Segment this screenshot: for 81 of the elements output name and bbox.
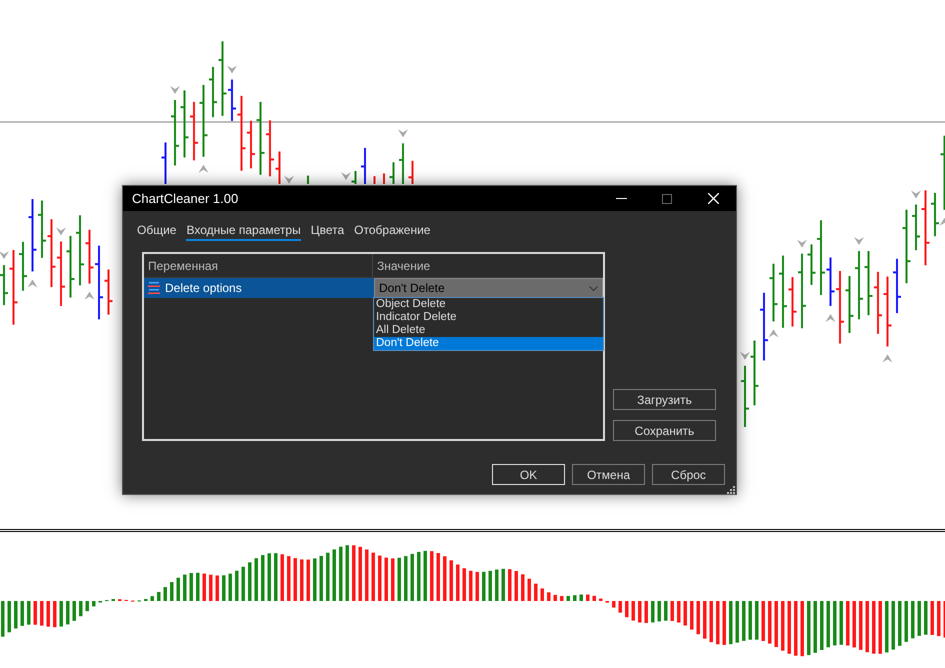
price-bar xyxy=(48,219,56,288)
price-bar xyxy=(884,276,892,346)
arrow-marker xyxy=(0,251,9,260)
parameter-cell[interactable]: Delete options xyxy=(144,278,374,298)
price-bar xyxy=(104,269,112,315)
arrow-marker xyxy=(56,228,66,236)
price-bar xyxy=(770,264,778,322)
close-icon xyxy=(708,193,718,204)
price-bar xyxy=(361,148,366,184)
price-bar xyxy=(390,162,394,184)
dropdown-option[interactable]: Object Delete xyxy=(374,298,603,311)
price-bar xyxy=(209,66,217,118)
price-bar xyxy=(408,160,414,184)
arrow-marker xyxy=(854,237,864,246)
price-bar xyxy=(276,152,280,184)
chevron-down-icon xyxy=(589,286,598,290)
dialog-button[interactable]: Отмена xyxy=(572,464,645,485)
price-bar xyxy=(808,244,816,285)
price-bar xyxy=(741,366,749,427)
price-bar xyxy=(266,120,274,176)
arrow-marker xyxy=(797,240,807,248)
dialog-button[interactable]: Сброс xyxy=(652,464,725,485)
arrow-marker xyxy=(227,66,237,74)
window-title: ChartCleaner 1.00 xyxy=(131,191,240,206)
arrow-marker xyxy=(28,279,38,288)
tab[interactable]: Входные параметры xyxy=(186,223,301,241)
price-bar xyxy=(66,236,74,298)
arrow-marker xyxy=(341,172,351,180)
tab[interactable]: Цвета xyxy=(310,223,344,241)
price-bar xyxy=(180,90,188,158)
action-button[interactable]: Загрузить xyxy=(613,389,716,410)
minimize-icon xyxy=(616,198,626,199)
arrow-marker xyxy=(740,352,750,360)
price-bar xyxy=(228,80,236,121)
price-bar xyxy=(86,230,94,284)
price-bar xyxy=(0,265,8,306)
column-header: Значение xyxy=(376,258,432,275)
arrow-marker xyxy=(84,292,94,300)
price-bar xyxy=(912,204,920,250)
price-bar xyxy=(399,143,404,184)
resize-grip-icon[interactable] xyxy=(727,486,735,494)
dropdown-option[interactable]: Indicator Delete xyxy=(374,311,603,324)
price-bar xyxy=(855,251,863,320)
action-button[interactable]: Сохранить xyxy=(613,420,716,441)
arrow-marker xyxy=(768,329,778,338)
price-bar xyxy=(352,170,356,184)
arrow-marker xyxy=(170,86,180,94)
price-bar xyxy=(864,251,872,316)
price-bar xyxy=(190,102,198,160)
column-header: Переменная xyxy=(144,254,373,277)
enum-icon xyxy=(148,282,160,294)
price-bar xyxy=(247,120,255,168)
arrow-marker xyxy=(882,354,892,362)
price-bar xyxy=(846,276,854,333)
dialog-button[interactable]: OK xyxy=(492,464,565,485)
price-bar xyxy=(19,242,27,291)
price-bar xyxy=(826,257,834,306)
arrow-marker xyxy=(198,164,208,173)
dropdown-option[interactable]: All Delete xyxy=(374,324,603,337)
price-bar xyxy=(760,292,768,360)
price-bar xyxy=(893,258,901,314)
price-bar xyxy=(788,277,796,326)
maximize-icon xyxy=(662,194,672,204)
tab[interactable]: Отображение xyxy=(354,223,430,241)
arrow-marker xyxy=(826,314,836,322)
price-bar xyxy=(171,100,179,166)
parameter-name: Delete options xyxy=(165,281,242,295)
arrow-marker xyxy=(911,190,921,199)
price-bar xyxy=(931,192,939,236)
arrow-marker xyxy=(940,218,945,226)
arrow-marker xyxy=(284,176,294,184)
price-bar xyxy=(38,200,46,258)
price-bar xyxy=(57,242,65,306)
price-bar xyxy=(874,272,882,334)
dropdown-option[interactable]: Don't Delete xyxy=(374,337,603,350)
arrow-marker xyxy=(398,129,408,138)
tab[interactable]: Общие xyxy=(137,223,176,241)
price-bar xyxy=(76,215,84,286)
value-dropdown[interactable]: Don't Delete xyxy=(374,278,603,298)
price-bar xyxy=(750,340,758,406)
price-bar xyxy=(162,142,166,184)
